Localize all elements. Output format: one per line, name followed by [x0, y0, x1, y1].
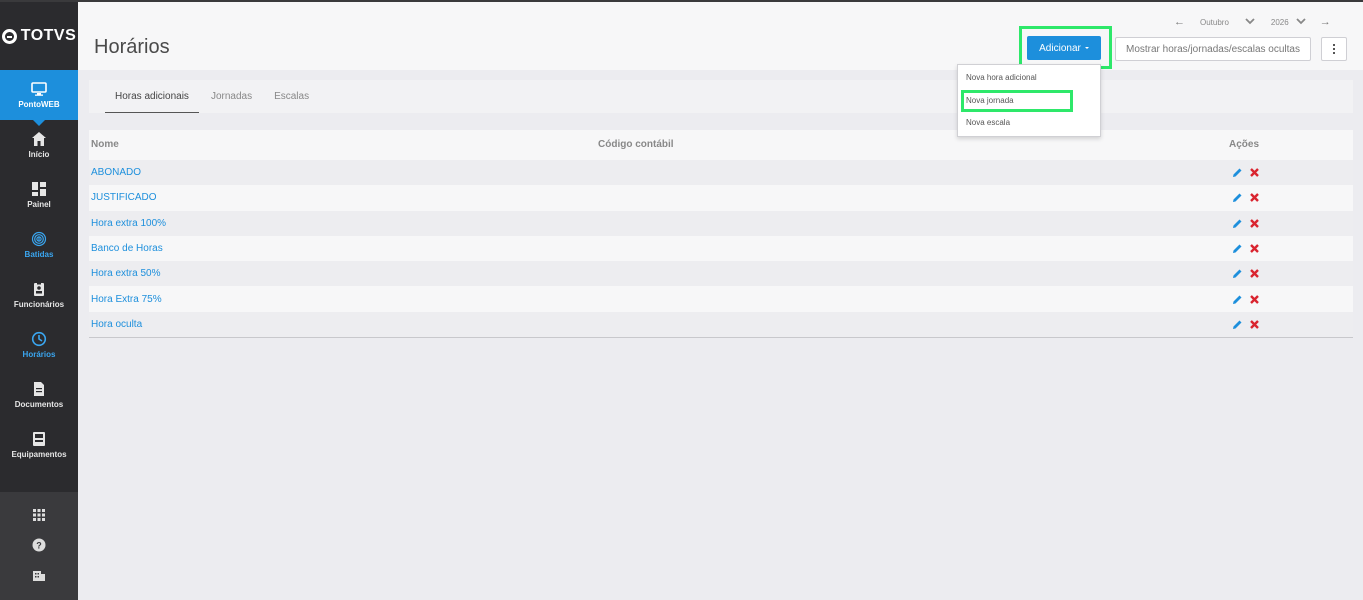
- table-row: Hora extra 50%: [89, 261, 1353, 286]
- next-month-arrow-icon[interactable]: →: [1320, 16, 1331, 28]
- sidebar-item-label: Painel: [27, 200, 51, 209]
- sidebar-item-painel[interactable]: Painel: [0, 170, 78, 220]
- table-row: Banco de Horas: [89, 236, 1353, 261]
- delete-x-icon[interactable]: [1249, 192, 1260, 203]
- edit-pencil-icon[interactable]: [1232, 319, 1243, 330]
- delete-x-icon[interactable]: [1249, 319, 1260, 330]
- month-label[interactable]: Outubro: [1200, 18, 1229, 27]
- sidebar-item-label: Documentos: [14, 400, 64, 409]
- sidebar-bottom: ?: [0, 492, 78, 600]
- tab-escalas[interactable]: Escalas: [274, 80, 309, 113]
- clock-icon: [31, 331, 47, 347]
- more-options-button[interactable]: [1321, 37, 1347, 61]
- prev-month-arrow-icon[interactable]: ←: [1174, 16, 1185, 28]
- row-name-link[interactable]: Hora extra 100%: [91, 218, 166, 229]
- delete-x-icon[interactable]: [1249, 294, 1260, 305]
- row-name-link[interactable]: Hora oculta: [91, 319, 142, 330]
- menu-item-nova-hora-adicional[interactable]: Nova hora adicional: [966, 73, 1037, 82]
- edit-pencil-icon[interactable]: [1232, 218, 1243, 229]
- year-chevron-down-icon[interactable]: [1296, 17, 1306, 27]
- delete-x-icon[interactable]: [1249, 243, 1260, 254]
- dashboard-icon: [32, 182, 46, 196]
- hours-table: Nome Código contábil Ações ABONADO JUSTI…: [89, 130, 1353, 338]
- row-actions: [1232, 243, 1260, 254]
- row-actions: [1232, 319, 1260, 330]
- table-header: Nome Código contábil Ações: [89, 130, 1353, 161]
- row-name-link[interactable]: ABONADO: [91, 167, 141, 178]
- device-icon: [33, 432, 45, 446]
- building-icon[interactable]: [32, 568, 46, 582]
- sidebar-item-funcionarios[interactable]: Funcionários: [0, 270, 78, 320]
- add-button-highlight: [1019, 26, 1112, 69]
- row-actions: [1232, 268, 1260, 279]
- delete-x-icon[interactable]: [1249, 218, 1260, 229]
- show-hidden-button[interactable]: Mostrar horas/jornadas/escalas ocultas: [1115, 37, 1311, 61]
- tab-horas-adicionais[interactable]: Horas adicionais: [105, 80, 199, 113]
- nova-jornada-highlight: [961, 90, 1073, 112]
- help-icon[interactable]: ?: [32, 538, 46, 552]
- svg-text:?: ?: [36, 541, 42, 551]
- table-row: Hora Extra 75%: [89, 287, 1353, 312]
- home-icon: [32, 132, 46, 146]
- page-header: Horários ← Outubro 2026 → Adicionar Most…: [78, 2, 1363, 70]
- table-row: ABONADO: [89, 160, 1353, 185]
- tab-jornadas[interactable]: Jornadas: [211, 80, 252, 113]
- row-actions: [1232, 167, 1260, 178]
- totvs-logo[interactable]: TOTVS: [0, 2, 78, 70]
- sidebar-item-label: Batidas: [24, 250, 54, 259]
- badge-icon: [34, 282, 44, 296]
- sidebar: TOTVS PontoWEB Início Painel Batidas Fun…: [0, 2, 78, 600]
- column-header-codigo-contabil: Código contábil: [598, 139, 674, 150]
- table-row: Hora extra 100%: [89, 211, 1353, 236]
- tabs-bar: Horas adicionais Jornadas Escalas: [89, 80, 1353, 113]
- document-icon: [34, 382, 44, 396]
- sidebar-item-documentos[interactable]: Documentos: [0, 370, 78, 420]
- sidebar-item-inicio[interactable]: Início: [0, 120, 78, 170]
- totvs-logo-mark: [1, 28, 17, 44]
- sidebar-item-label: Início: [28, 150, 50, 159]
- row-name-link[interactable]: Hora extra 50%: [91, 268, 160, 279]
- edit-pencil-icon[interactable]: [1232, 167, 1243, 178]
- fingerprint-icon: [31, 231, 47, 247]
- month-chevron-down-icon[interactable]: [1245, 17, 1255, 27]
- edit-pencil-icon[interactable]: [1232, 243, 1243, 254]
- date-navigator: ← Outubro 2026 →: [1174, 16, 1331, 28]
- delete-x-icon[interactable]: [1249, 167, 1260, 178]
- row-actions: [1232, 294, 1260, 305]
- row-name-link[interactable]: Banco de Horas: [91, 243, 163, 254]
- sidebar-item-horarios[interactable]: Horários: [0, 320, 78, 370]
- row-name-link[interactable]: JUSTIFICADO: [91, 192, 157, 203]
- row-name-link[interactable]: Hora Extra 75%: [91, 294, 162, 305]
- sidebar-item-equipamentos[interactable]: Equipamentos: [0, 420, 78, 470]
- apps-grid-icon[interactable]: [32, 508, 46, 522]
- row-actions: [1232, 192, 1260, 203]
- column-header-acoes: Ações: [1229, 139, 1260, 150]
- row-actions: [1232, 218, 1260, 229]
- monitor-icon: [31, 82, 47, 96]
- column-header-nome: Nome: [91, 139, 119, 150]
- edit-pencil-icon[interactable]: [1232, 294, 1243, 305]
- menu-item-nova-escala[interactable]: Nova escala: [966, 118, 1010, 127]
- sidebar-item-label: Equipamentos: [11, 450, 67, 459]
- sidebar-item-label: Horários: [22, 350, 56, 359]
- table-row: JUSTIFICADO: [89, 185, 1353, 210]
- sidebar-item-pontoweb[interactable]: PontoWEB: [0, 70, 78, 126]
- sidebar-item-batidas[interactable]: Batidas: [0, 220, 78, 270]
- edit-pencil-icon[interactable]: [1232, 192, 1243, 203]
- edit-pencil-icon[interactable]: [1232, 268, 1243, 279]
- page-title: Horários: [94, 36, 170, 58]
- sidebar-item-label: PontoWEB: [18, 100, 60, 109]
- delete-x-icon[interactable]: [1249, 268, 1260, 279]
- kebab-menu-icon: [1333, 43, 1335, 55]
- table-row: Hora oculta: [89, 312, 1353, 337]
- logo-text: TOTVS: [20, 27, 77, 44]
- sidebar-item-label: Funcionários: [13, 300, 65, 309]
- year-label[interactable]: 2026: [1271, 18, 1289, 27]
